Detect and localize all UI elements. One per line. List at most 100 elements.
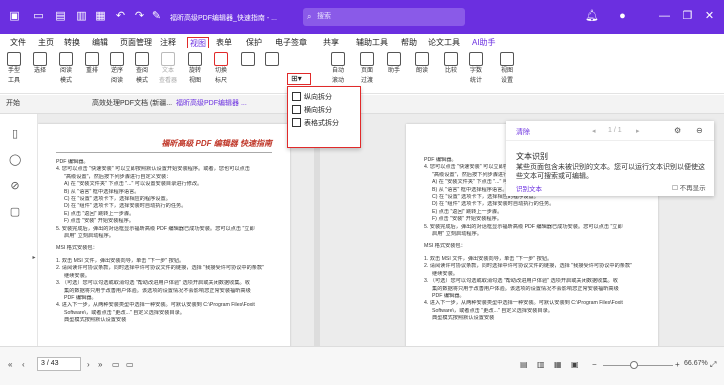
continuous-icon[interactable]: ▥	[537, 360, 545, 369]
cursor-icon	[33, 52, 47, 66]
recognize-text-link[interactable]: 识别文本	[516, 183, 542, 193]
dont-show-checkbox[interactable]: ☐ 不再显示	[672, 182, 706, 192]
last-page-icon[interactable]: »	[98, 360, 102, 369]
app-logo-icon[interactable]: ▣	[8, 10, 21, 23]
print-icon[interactable]: ▦	[94, 10, 107, 23]
menu-edit[interactable]: 编辑	[92, 37, 108, 48]
fit-page-icon[interactable]: ▭	[126, 360, 134, 369]
clear-button[interactable]: 清除	[516, 127, 530, 137]
page-transition-button[interactable]: 页面 过渡	[353, 52, 381, 85]
zoom-in-icon[interactable]: +	[675, 360, 680, 369]
select-button[interactable]: 选择	[26, 52, 54, 76]
fullscreen-icon[interactable]: ⤢	[710, 360, 716, 370]
prev-page-icon[interactable]: ‹	[22, 360, 25, 369]
reverse-reading-button[interactable]: 逆序 阅读	[103, 52, 131, 85]
zoom-slider[interactable]	[603, 365, 673, 366]
menu-convert[interactable]: 转换	[64, 37, 80, 48]
menu-accessibility[interactable]: 辅助工具	[356, 37, 388, 48]
menu-share[interactable]: 共享	[323, 37, 339, 48]
ribbon-toolbar: 手型 工具 选择 阅读 模式 重排 逆序 阅读 查阅 模式 文本 查看器 旋转 视图 切换标…	[0, 48, 724, 94]
zoom-slider-handle[interactable]	[630, 361, 638, 369]
search-icon: ⌕	[307, 12, 312, 21]
book-icon	[59, 52, 73, 66]
toggle-ruler-button[interactable]: 切换 标尺	[207, 52, 235, 85]
review-mode-button[interactable]: 查阅 模式	[128, 52, 156, 85]
hand-tool-button[interactable]: 手型 工具	[0, 52, 28, 85]
split-vertical-item[interactable]: 纵向拆分	[292, 91, 356, 104]
split-divider[interactable]	[314, 114, 320, 346]
text-recognition-panel: 清除 ◂ 1 / 1 ▸ ⚙ ⊖ 文本识别 某些页面包含未被识别的文本。您可以运…	[506, 121, 714, 196]
menu-help[interactable]: 帮助	[401, 37, 417, 48]
speaker-icon	[415, 52, 429, 66]
compare-button[interactable]: 比较	[437, 52, 465, 76]
bell-icon[interactable]: 🔔︎	[585, 10, 599, 23]
pager-prev-icon[interactable]: ◂	[592, 127, 596, 135]
facing-icon[interactable]: ▦	[554, 360, 562, 369]
redo-icon[interactable]: ↷	[133, 10, 146, 23]
pages-icon[interactable]: ▢	[9, 206, 21, 218]
reading-mode-button[interactable]: 阅读 模式	[52, 52, 80, 85]
search-box[interactable]: ⌕ 搜索	[303, 8, 465, 26]
menu-comment[interactable]: 注释	[160, 37, 176, 48]
reflow-button[interactable]: 重排	[78, 52, 106, 76]
bookmark-icon[interactable]: ▯	[9, 128, 21, 140]
word-count-button[interactable]: 字数 统计	[462, 52, 490, 85]
window-title: 福昕高级PDF编辑器_快速指南 - ...	[170, 15, 277, 22]
restore-icon[interactable]: ❐	[681, 10, 694, 23]
view-settings-button[interactable]: 视图 设置	[493, 52, 521, 85]
text-viewer-button[interactable]: 文本 查看器	[154, 52, 182, 85]
close-icon[interactable]: ✕	[703, 10, 716, 23]
scroll-mode-icon[interactable]: ▣	[571, 360, 579, 369]
zoom-level[interactable]: 66.67%	[684, 360, 708, 367]
collapse-icon[interactable]: ⊖	[696, 126, 703, 135]
user-avatar-icon[interactable]: ●	[616, 10, 629, 23]
single-page-icon[interactable]: ▤	[520, 360, 528, 369]
read-aloud-button[interactable]: 朗读	[408, 52, 436, 76]
menu-paper-tools[interactable]: 论文工具	[428, 37, 460, 48]
save-icon[interactable]: ▥	[75, 10, 88, 23]
tab-doc2[interactable]: 福昕高级PDF编辑器 ...	[176, 98, 247, 108]
assistant-icon	[387, 52, 401, 66]
vertical-split-icon	[292, 92, 301, 101]
ruler-icon	[214, 52, 228, 66]
menu-file[interactable]: 文件	[10, 37, 26, 48]
menu-home[interactable]: 主页	[38, 37, 54, 48]
comment-icon[interactable]: ◯	[9, 154, 21, 166]
attachment-icon[interactable]: ⊘	[9, 180, 21, 192]
split-view-button[interactable]: ⊞▾	[287, 73, 311, 85]
view-settings-icon	[500, 52, 514, 66]
tab-doc1[interactable]: 高效处理PDF文档 (新疆...	[92, 98, 172, 108]
open-file-icon[interactable]: ▤	[54, 10, 67, 23]
auto-scroll-button[interactable]: 自动 滚动	[324, 52, 352, 85]
status-bar: « ‹ 3 / 43 › » ▭ ▭ ▤ ▥ ▦ ▣ − + 66.67% ⤢	[0, 346, 724, 385]
page-number-input[interactable]: 3 / 43	[37, 357, 81, 371]
pager-next-icon[interactable]: ▸	[636, 127, 640, 135]
minimize-icon[interactable]: —	[658, 10, 671, 23]
panel-title: 文本识别	[516, 152, 548, 161]
rotate-view-button[interactable]: 旋转 视图	[181, 52, 209, 85]
menu-protect[interactable]: 保护	[246, 37, 262, 48]
page-layout-icon	[241, 52, 255, 66]
tab-start[interactable]: 开始	[6, 98, 20, 108]
rotate-icon	[188, 52, 202, 66]
menu-esign[interactable]: 电子签章	[275, 37, 307, 48]
zoom-out-icon[interactable]: −	[592, 360, 597, 369]
assistant-button[interactable]: 助手	[380, 52, 408, 76]
first-page-icon[interactable]: «	[8, 360, 12, 369]
undo-icon[interactable]: ↶	[114, 10, 127, 23]
view-toggle-icon[interactable]: ▭	[112, 360, 120, 369]
settings-icon[interactable]: ⚙	[674, 126, 681, 135]
page-header: 福昕高级 PDF 编辑器 快速指南	[56, 138, 272, 153]
split-grid-item[interactable]: 表格式拆分	[292, 117, 356, 130]
split-horizontal-item[interactable]: 横向拆分	[292, 104, 356, 117]
brush-icon[interactable]: ✎	[150, 10, 163, 23]
page-layout2-button[interactable]	[258, 52, 286, 66]
new-file-icon[interactable]: ▭	[32, 10, 45, 23]
menu-ai-assistant[interactable]: AI助手	[472, 37, 496, 48]
search-placeholder: 搜索	[317, 13, 331, 20]
horizontal-split-icon	[292, 105, 301, 114]
menu-page-manage[interactable]: 页面管理	[120, 37, 152, 48]
hand-icon	[7, 52, 21, 66]
menu-form[interactable]: 表单	[216, 37, 232, 48]
next-page-icon[interactable]: ›	[87, 360, 90, 369]
